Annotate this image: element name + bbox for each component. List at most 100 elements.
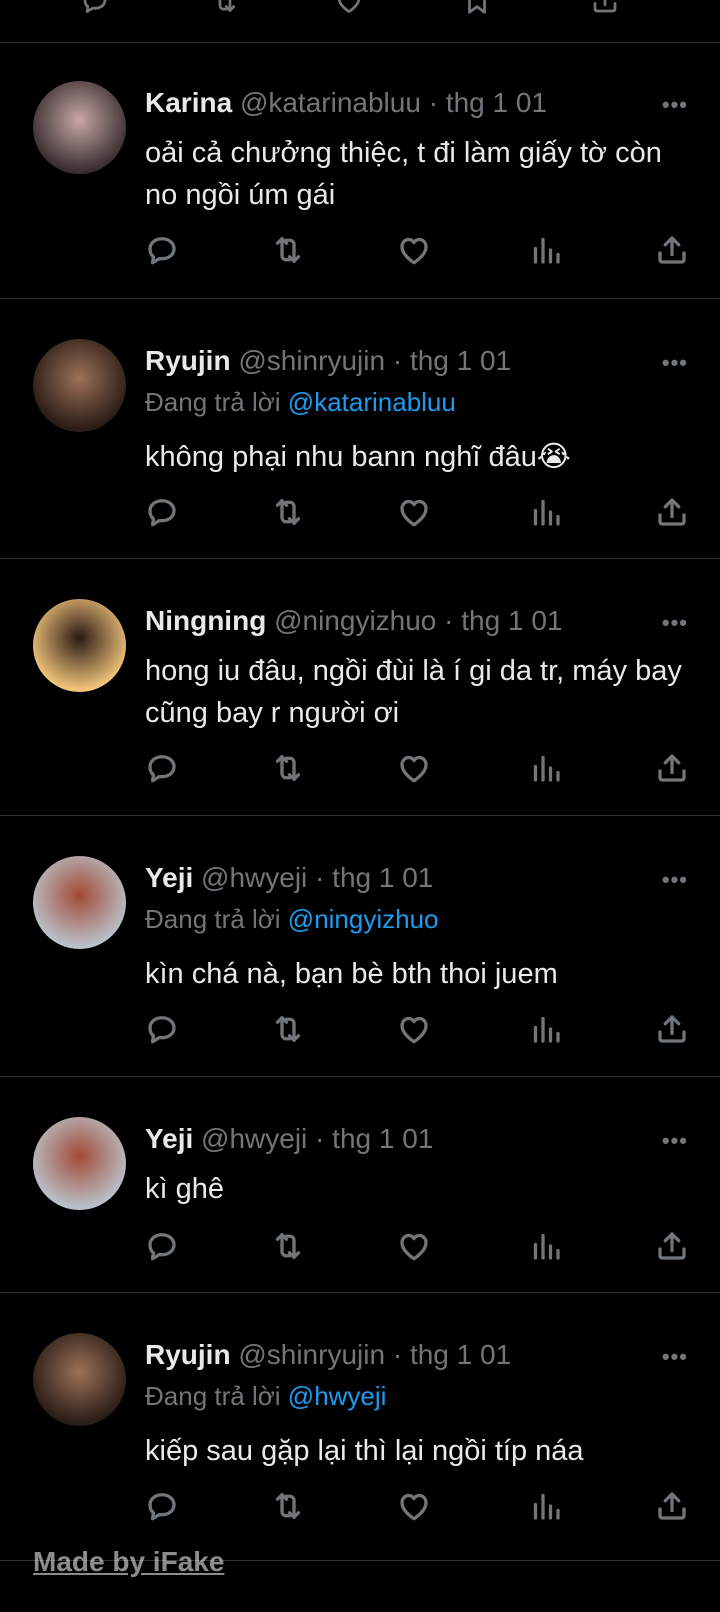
share-icon[interactable] <box>654 750 690 786</box>
avatar[interactable] <box>33 856 126 949</box>
tweet-actions <box>0 1011 720 1047</box>
more-icon[interactable]: ••• <box>662 1128 688 1154</box>
views-icon[interactable] <box>528 1011 564 1047</box>
more-icon[interactable]: ••• <box>662 867 688 893</box>
separator: · <box>385 345 410 376</box>
views-icon[interactable] <box>528 1488 564 1524</box>
avatar[interactable] <box>33 1333 126 1426</box>
tweet[interactable]: Yeji @hwyeji · thg 1 01 ••• kì ghê <box>0 1076 720 1293</box>
heart-icon[interactable] <box>396 232 432 268</box>
share-icon[interactable] <box>654 1488 690 1524</box>
replying-to-label: Đang trả lời <box>145 387 281 417</box>
bookmark-icon[interactable] <box>462 0 492 16</box>
views-icon[interactable] <box>528 1228 564 1264</box>
display-name[interactable]: Ryujin <box>145 345 231 376</box>
separator: · <box>307 1123 333 1154</box>
timestamp[interactable]: thg 1 01 <box>332 862 433 893</box>
heart-icon[interactable] <box>396 750 432 786</box>
more-icon[interactable]: ••• <box>662 350 688 376</box>
display-name[interactable]: Yeji <box>145 1123 193 1154</box>
views-icon[interactable] <box>528 232 564 268</box>
mention-link[interactable]: @hwyeji <box>288 1381 387 1411</box>
tweet-actions <box>0 1228 720 1264</box>
display-name[interactable]: Ryujin <box>145 1339 231 1370</box>
tweet[interactable]: Yeji @hwyeji · thg 1 01 ••• Đang trả lời… <box>0 815 720 1077</box>
timestamp[interactable]: thg 1 01 <box>446 87 547 118</box>
tweet[interactable]: Ryujin @shinryujin · thg 1 01 ••• Đang t… <box>0 1292 720 1561</box>
watermark: Made by iFake <box>33 1546 225 1577</box>
timestamp[interactable]: thg 1 01 <box>332 1123 433 1154</box>
more-icon[interactable]: ••• <box>662 610 688 636</box>
separator: · <box>307 862 333 893</box>
avatar[interactable] <box>33 599 126 692</box>
retweet-icon[interactable] <box>270 494 306 530</box>
more-icon[interactable]: ••• <box>662 1344 688 1370</box>
views-icon[interactable] <box>528 494 564 530</box>
reply-icon[interactable] <box>80 0 110 16</box>
reply-icon[interactable] <box>144 494 180 530</box>
share-icon[interactable] <box>654 494 690 530</box>
heart-icon[interactable] <box>396 1228 432 1264</box>
reply-icon[interactable] <box>144 750 180 786</box>
user-handle[interactable]: @ningyizhuo <box>274 605 436 636</box>
tweet-actions <box>0 1488 720 1524</box>
tweet-header: Karina @katarinabluu · thg 1 01 <box>145 86 547 120</box>
reply-icon[interactable] <box>144 1488 180 1524</box>
tweet-text: hong iu đâu, ngồi đùi là í gi da tr, máy… <box>145 655 682 729</box>
share-icon[interactable] <box>654 1228 690 1264</box>
tweet-header: Yeji @hwyeji · thg 1 01 <box>145 1122 433 1156</box>
replying-to: Đang trả lời @katarinabluu <box>145 386 456 418</box>
timestamp[interactable]: thg 1 01 <box>410 1339 511 1370</box>
replying-to: Đang trả lời @hwyeji <box>145 1380 386 1412</box>
tweet-header: Yeji @hwyeji · thg 1 01 <box>145 861 433 895</box>
share-icon[interactable] <box>654 232 690 268</box>
avatar[interactable] <box>33 81 126 174</box>
user-handle[interactable]: @shinryujin <box>238 345 385 376</box>
tweet[interactable]: Ryujin @shinryujin · thg 1 01 ••• Đang t… <box>0 298 720 559</box>
retweet-icon[interactable] <box>270 1228 306 1264</box>
avatar[interactable] <box>33 339 126 432</box>
reply-icon[interactable] <box>144 232 180 268</box>
display-name[interactable]: Ningning <box>145 605 266 636</box>
tweet-text: không phại nhu bann nghĩ đâu😭 <box>145 441 571 473</box>
tweet-actions <box>0 494 720 530</box>
share-icon[interactable] <box>654 1011 690 1047</box>
heart-icon[interactable] <box>396 494 432 530</box>
views-icon[interactable] <box>528 750 564 786</box>
separator: · <box>436 605 462 636</box>
user-handle[interactable]: @hwyeji <box>201 1123 307 1154</box>
retweet-icon[interactable] <box>270 1488 306 1524</box>
retweet-icon[interactable] <box>270 232 306 268</box>
reply-icon[interactable] <box>144 1011 180 1047</box>
tweet[interactable]: Ningning @ningyizhuo · thg 1 01 ••• hong … <box>0 558 720 816</box>
tweet-header: Ningning @ningyizhuo · thg 1 01 <box>145 604 562 638</box>
avatar[interactable] <box>33 1117 126 1210</box>
display-name[interactable]: Yeji <box>145 862 193 893</box>
retweet-icon[interactable] <box>270 750 306 786</box>
replying-to-label: Đang trả lời <box>145 1381 281 1411</box>
share-icon[interactable] <box>590 0 620 16</box>
more-icon[interactable]: ••• <box>662 92 688 118</box>
tweet-text: kiếp sau gặp lại thì lại ngồi típ náa <box>145 1435 584 1467</box>
tweet-header: Ryujin @shinryujin · thg 1 01 <box>145 344 511 378</box>
display-name[interactable]: Karina <box>145 87 232 118</box>
user-handle[interactable]: @shinryujin <box>238 1339 385 1370</box>
tweet-text: oải cả chưởng thiệc, t đi làm giấy tờ cò… <box>145 137 662 211</box>
replying-to-label: Đang trả lời <box>145 904 281 934</box>
tweet[interactable]: Karina @katarinabluu · thg 1 01 ••• oải c… <box>0 42 720 299</box>
user-handle[interactable]: @hwyeji <box>201 862 307 893</box>
mention-link[interactable]: @katarinabluu <box>288 387 456 417</box>
timestamp[interactable]: thg 1 01 <box>410 345 511 376</box>
heart-icon[interactable] <box>334 0 364 16</box>
reply-icon[interactable] <box>144 1228 180 1264</box>
retweet-icon[interactable] <box>210 0 240 16</box>
timestamp[interactable]: thg 1 01 <box>461 605 562 636</box>
heart-icon[interactable] <box>396 1488 432 1524</box>
retweet-icon[interactable] <box>270 1011 306 1047</box>
separator: · <box>385 1339 410 1370</box>
user-handle[interactable]: @katarinabluu <box>240 87 421 118</box>
mention-link[interactable]: @ningyizhuo <box>288 904 439 934</box>
separator: · <box>420 87 446 118</box>
heart-icon[interactable] <box>396 1011 432 1047</box>
tweet-text: kì ghê <box>145 1173 224 1205</box>
